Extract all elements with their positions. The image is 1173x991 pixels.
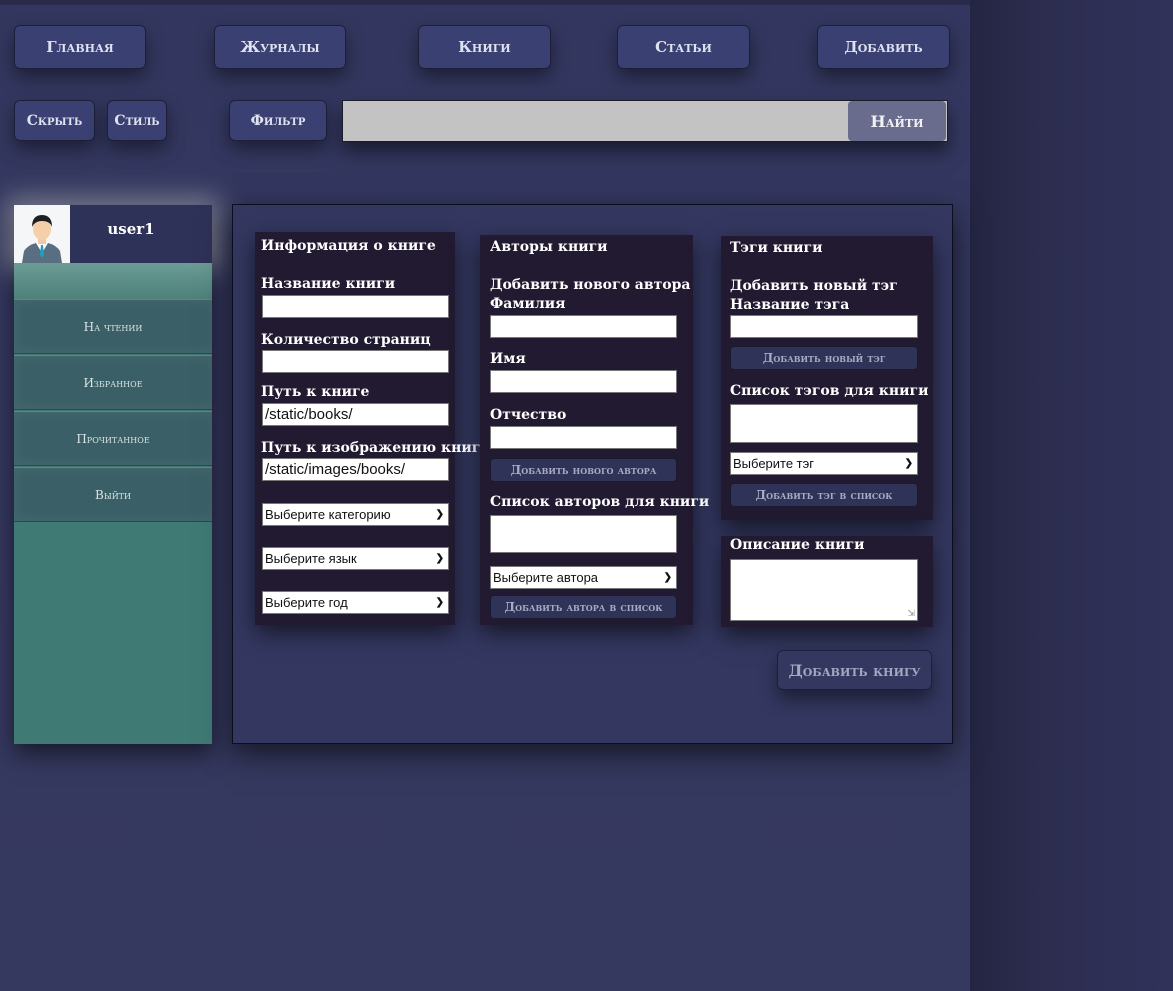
tag-select-value: Выберите тэг [733,456,815,471]
book-pages-field[interactable] [262,350,449,373]
add-tag-label: Добавить новый тэг [730,278,898,294]
description-heading: Описание книги [730,537,865,553]
sidebar-item-logout[interactable]: Выйти [14,467,212,522]
author-patronymic-field[interactable] [490,426,677,449]
book-path-field[interactable]: /static/books/ [262,403,449,426]
nav-add-button[interactable]: Добавить [817,25,950,69]
hide-button[interactable]: Скрыть [14,100,95,141]
author-name-label: Имя [490,351,526,367]
add-author-label: Добавить нового автора [490,277,691,293]
description-field[interactable]: ⇲ [730,559,918,621]
add-new-author-button[interactable]: Добавить нового автора [490,458,677,482]
category-select-value: Выберите категорию [265,507,391,522]
book-image-field[interactable]: /static/images/books/ [262,458,449,481]
tags-heading: Тэги книги [730,240,823,256]
tag-name-label: Название тэга [730,297,850,313]
sidebar-item-read[interactable]: Прочитанное [14,411,212,466]
tag-name-field[interactable] [730,315,918,338]
user-avatar-icon [14,205,70,263]
book-title-label: Название книги [261,276,396,292]
username: user1 [107,220,155,238]
nav-books-button[interactable]: Книги [418,25,551,69]
add-new-tag-button[interactable]: Добавить новый тэг [730,346,918,370]
avatar [14,205,70,263]
author-list-box[interactable] [490,515,677,553]
tag-list-box[interactable] [730,404,918,443]
add-tag-to-list-button[interactable]: Добавить тэг в список [730,483,918,507]
author-surname-label: Фамилия [490,296,566,312]
top-strip [0,0,970,5]
book-title-field[interactable] [262,295,449,318]
nav-home-button[interactable]: Главная [14,25,146,69]
chevron-down-icon: ❯ [904,458,913,469]
book-pages-label: Количество страниц [261,332,431,348]
right-shadow-area [970,0,1173,991]
filter-button[interactable]: Фильтр [229,100,327,141]
chevron-down-icon: ❯ [663,572,672,583]
category-select[interactable]: Выберите категорию ❯ [262,503,449,526]
author-name-field[interactable] [490,370,677,393]
author-select-value: Выберите автора [493,570,599,585]
search-button[interactable]: Найти [848,101,946,141]
chevron-down-icon: ❯ [435,509,444,520]
chevron-down-icon: ❯ [435,553,444,564]
tag-select[interactable]: Выберите тэг ❯ [730,452,918,475]
author-select[interactable]: Выберите автора ❯ [490,566,677,589]
resize-handle-icon[interactable]: ⇲ [907,609,915,619]
year-select-value: Выберите год [265,595,348,610]
language-select[interactable]: Выберите язык ❯ [262,547,449,570]
book-image-label: Путь к изображению книги [261,440,491,456]
nav-articles-button[interactable]: Статьи [617,25,750,69]
sidebar-item-reading[interactable]: На чтении [14,299,212,354]
add-book-button[interactable]: Добавить книгу [777,650,932,690]
style-button[interactable]: Стиль [107,100,167,141]
book-path-label: Путь к книге [261,384,370,400]
year-select[interactable]: Выберите год ❯ [262,591,449,614]
nav-journals-button[interactable]: Журналы [214,25,346,69]
authors-heading: Авторы книги [490,239,608,255]
add-author-to-list-button[interactable]: Добавить автора в список [490,595,677,619]
tag-list-label: Список тэгов для книги [730,383,929,399]
sidebar-item-favorites[interactable]: Избранное [14,355,212,410]
author-surname-field[interactable] [490,315,677,338]
language-select-value: Выберите язык [265,551,357,566]
author-patronymic-label: Отчество [490,407,567,423]
author-list-label: Список авторов для книги [490,494,710,510]
book-info-heading: Информация о книге [261,238,436,254]
sidebar-highlight [14,263,212,301]
chevron-down-icon: ❯ [435,597,444,608]
